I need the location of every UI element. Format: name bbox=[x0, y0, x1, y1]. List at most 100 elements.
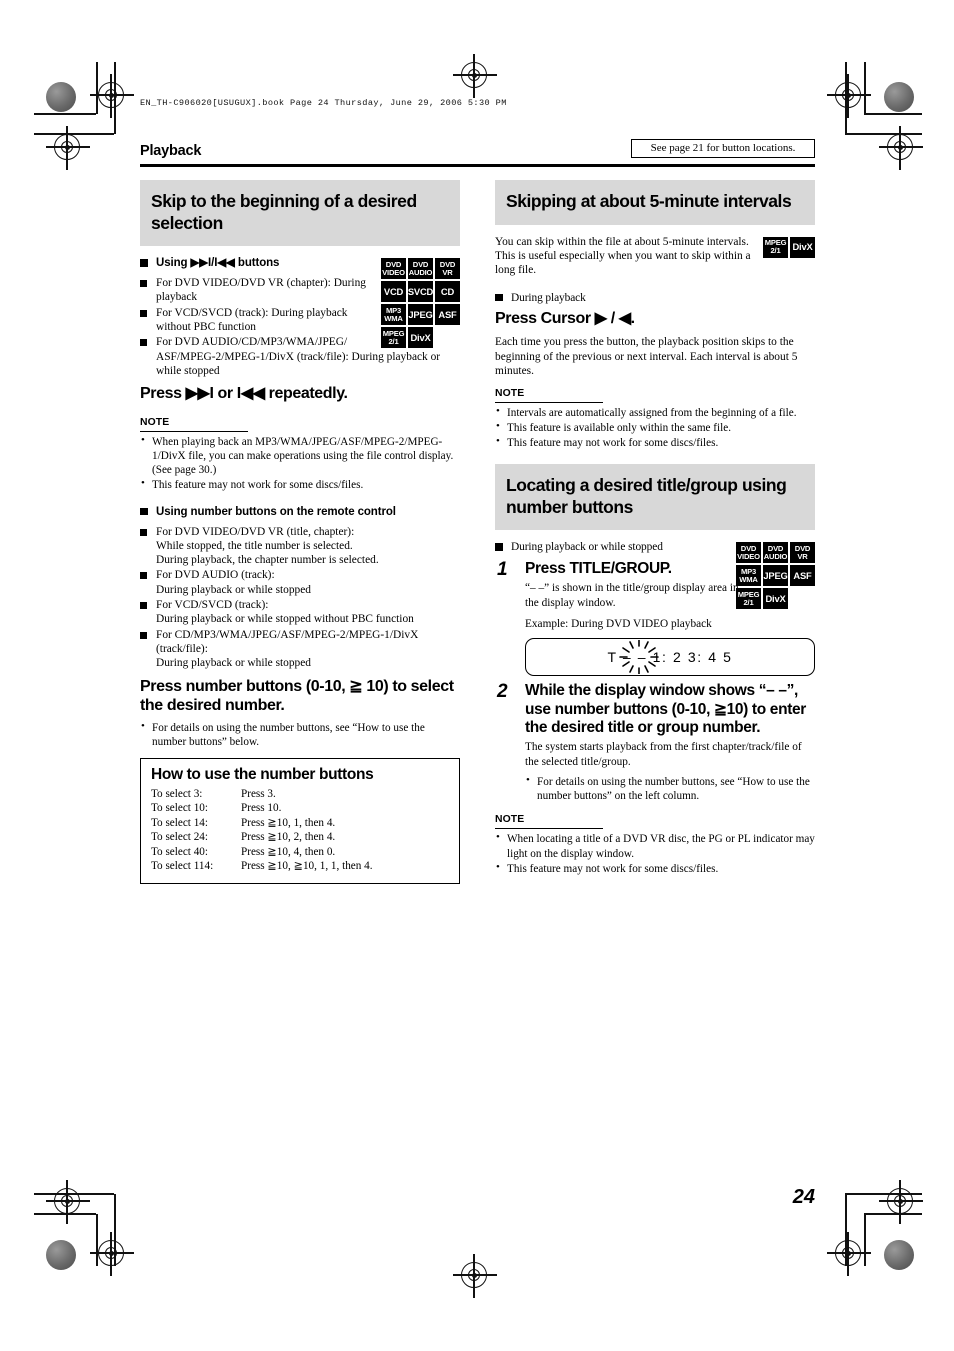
howto-number-buttons-box: How to use the number buttons To select … bbox=[140, 757, 460, 884]
list-item: For CD/MP3/WMA/JPEG/ASF/MPEG-2/MPEG-1/Di… bbox=[140, 628, 460, 671]
howto-label: To select 14: bbox=[151, 816, 209, 829]
step-1: 1 Press TITLE/GROUP. “– –” is shown in t… bbox=[495, 558, 815, 610]
condition-sub: (track/file): During playback or while s… bbox=[156, 643, 312, 670]
condition-sub: During playback or while stopped bbox=[156, 583, 312, 596]
howto-action: Press ≧10, 1, then 4. bbox=[241, 816, 336, 829]
condition-main: For DVD VIDEO/DVD VR (title, chapter): bbox=[156, 525, 355, 538]
printer-header-line: EN_TH-C906020[USUGUX].book Page 24 Thurs… bbox=[140, 98, 507, 108]
header-rule bbox=[140, 164, 815, 167]
list-item: For DVD AUDIO/CD/MP3/WMA/JPEG/ ASF/MPEG-… bbox=[140, 335, 460, 378]
subhead-during-playback: During playback bbox=[495, 291, 815, 306]
badge-grid-intervals: MPEG 2/1 DivX bbox=[763, 236, 815, 258]
note-label: NOTE bbox=[140, 417, 170, 429]
table-row: To select 10: Press 10. bbox=[151, 801, 449, 816]
command-press-number-buttons: Press number buttons (0-10, ≧ 10) to sel… bbox=[140, 677, 454, 714]
crop-mark-br-v1 bbox=[864, 1214, 866, 1266]
note-rule bbox=[495, 828, 603, 830]
list-item: For DVD VIDEO/DVD VR (title, chapter): W… bbox=[140, 525, 460, 568]
registration-target-right-upper bbox=[879, 126, 923, 170]
step-2: 2 While the display window shows “– –”, … bbox=[495, 681, 815, 803]
registration-target-right-lower bbox=[879, 1180, 923, 1224]
see-page-note-box: See page 21 for button locations. bbox=[631, 139, 815, 158]
howto-label: To select 114: bbox=[151, 860, 214, 873]
condition-main: For VCD/SVCD (track): bbox=[156, 599, 269, 612]
registration-target-bottom-left bbox=[90, 1232, 134, 1276]
page-number: 24 bbox=[792, 1186, 815, 1208]
list-item: This feature may not work for some discs… bbox=[140, 477, 460, 492]
crop-mark-br-h1 bbox=[864, 1213, 922, 1215]
step-command: While the display window shows “– –”, us… bbox=[525, 682, 806, 736]
registration-blob-bottom-right bbox=[884, 1240, 914, 1270]
section-title-locating-title-group: Locating a desired title/group using num… bbox=[495, 464, 815, 531]
howto-action: Press ≧10, 4, then 0. bbox=[241, 845, 336, 858]
list-item: For DVD VIDEO/DVD VR (chapter): During p… bbox=[140, 276, 460, 305]
section-title-skip: Skip to the beginning of a desired selec… bbox=[140, 180, 460, 247]
list-item: This feature may not work for some discs… bbox=[495, 435, 815, 450]
left-column: Skip to the beginning of a desired selec… bbox=[140, 180, 460, 884]
registration-blob-bottom-left bbox=[46, 1240, 76, 1270]
crop-mark-tr-v1 bbox=[864, 62, 866, 114]
condition-main: For DVD AUDIO (track): bbox=[156, 569, 275, 582]
example-label: Example: During DVD VIDEO playback bbox=[525, 618, 712, 631]
registration-blob-top-right bbox=[884, 82, 914, 112]
howto-action: Press 3. bbox=[241, 787, 276, 800]
howto-action: Press ≧10, ≧10, 1, 1, then 4. bbox=[241, 860, 373, 873]
list-item: For details on using the number buttons,… bbox=[140, 720, 460, 749]
note-label: NOTE bbox=[495, 387, 525, 399]
table-row: To select 24: Press ≧10, 2, then 4. bbox=[151, 830, 449, 845]
crop-mark-tl-h1 bbox=[34, 113, 96, 115]
list-item: For DVD AUDIO (track): During playback o… bbox=[140, 568, 460, 597]
step-command: Press TITLE/GROUP. bbox=[525, 559, 672, 577]
condition-main: For CD/MP3/WMA/JPEG/ASF/MPEG-2/MPEG-1/Di… bbox=[156, 628, 419, 641]
condition-sub: playback bbox=[156, 291, 198, 304]
disc-type-badge: MPEG 2/1 bbox=[763, 236, 788, 258]
badge-line-1: DivX bbox=[792, 241, 813, 253]
registration-blob-top-left bbox=[46, 82, 76, 112]
howto-table: To select 3: Press 3. To select 10: Pres… bbox=[151, 787, 449, 874]
step-number: 2 bbox=[497, 681, 508, 703]
crop-mark-bl-v1 bbox=[96, 1214, 98, 1266]
subhead-during-playback-or-stopped: During playback or while stopped bbox=[495, 540, 815, 555]
registration-target-top-right bbox=[827, 74, 871, 118]
registration-target-bottom-right bbox=[827, 1232, 871, 1276]
section-title-skipping-intervals: Skipping at about 5-minute intervals bbox=[495, 180, 815, 225]
list-item: For details on using the number buttons,… bbox=[525, 774, 815, 803]
condition-sub: While stopped, the title number is selec… bbox=[156, 539, 379, 567]
step-number: 1 bbox=[497, 558, 508, 580]
howto-action: Press 10. bbox=[241, 802, 282, 815]
list-item: For VCD/SVCD (track): During playback wi… bbox=[140, 306, 460, 335]
howto-label: To select 40: bbox=[151, 845, 209, 858]
howto-label: To select 24: bbox=[151, 831, 209, 844]
condition-main: For DVD VIDEO/DVD VR (chapter): During bbox=[156, 276, 366, 289]
note-label: NOTE bbox=[495, 814, 525, 826]
note-list: When locating a title of a DVD VR disc, … bbox=[495, 831, 815, 875]
right-column: Skipping at about 5-minute intervals MPE… bbox=[495, 180, 815, 877]
command-note-list: For details on using the number buttons,… bbox=[140, 720, 460, 749]
crop-mark-tr-h2 bbox=[845, 133, 922, 135]
howto-label: To select 3: bbox=[151, 787, 203, 800]
list-item: Intervals are automatically assigned fro… bbox=[495, 405, 815, 420]
howto-title: How to use the number buttons bbox=[151, 765, 374, 783]
crop-mark-tl-v1 bbox=[96, 62, 98, 114]
crop-mark-tl-h2 bbox=[34, 133, 114, 135]
condition-sub: ASF/MPEG-2/MPEG-1/DivX (track/file): Dur… bbox=[156, 350, 441, 377]
display-window-illustration: T – – 1: 2 3: 4 5 bbox=[525, 638, 815, 677]
display-window-text: T – – 1: 2 3: 4 5 bbox=[607, 649, 733, 666]
condition-sub: without PBC function bbox=[156, 320, 256, 333]
howto-label: To select 10: bbox=[151, 802, 209, 815]
note-rule bbox=[495, 401, 603, 403]
table-row: To select 3: Press 3. bbox=[151, 787, 449, 802]
registration-target-center-top bbox=[453, 54, 497, 98]
subhead-using-skip-buttons: Using ▶▶I/I◀◀ buttons bbox=[140, 256, 460, 271]
step-body-text: The system starts playback from the firs… bbox=[525, 741, 802, 768]
note-list: When playing back an MP3/WMA/JPEG/ASF/MP… bbox=[140, 434, 460, 492]
registration-target-left-upper bbox=[46, 126, 90, 170]
step-1-example: Example: During DVD VIDEO playback T – –… bbox=[495, 618, 815, 677]
badge-line-2: 2/1 bbox=[770, 246, 781, 256]
subhead-using-number-buttons: Using number buttons on the remote contr… bbox=[140, 505, 460, 520]
chapter-title: Playback bbox=[140, 143, 202, 159]
list-item: For VCD/SVCD (track): During playback or… bbox=[140, 598, 460, 627]
command-cursor-body: Each time you press the button, the play… bbox=[495, 336, 798, 378]
list-item: This feature is available only within th… bbox=[495, 420, 815, 435]
list-item: When locating a title of a DVD VR disc, … bbox=[495, 831, 815, 860]
